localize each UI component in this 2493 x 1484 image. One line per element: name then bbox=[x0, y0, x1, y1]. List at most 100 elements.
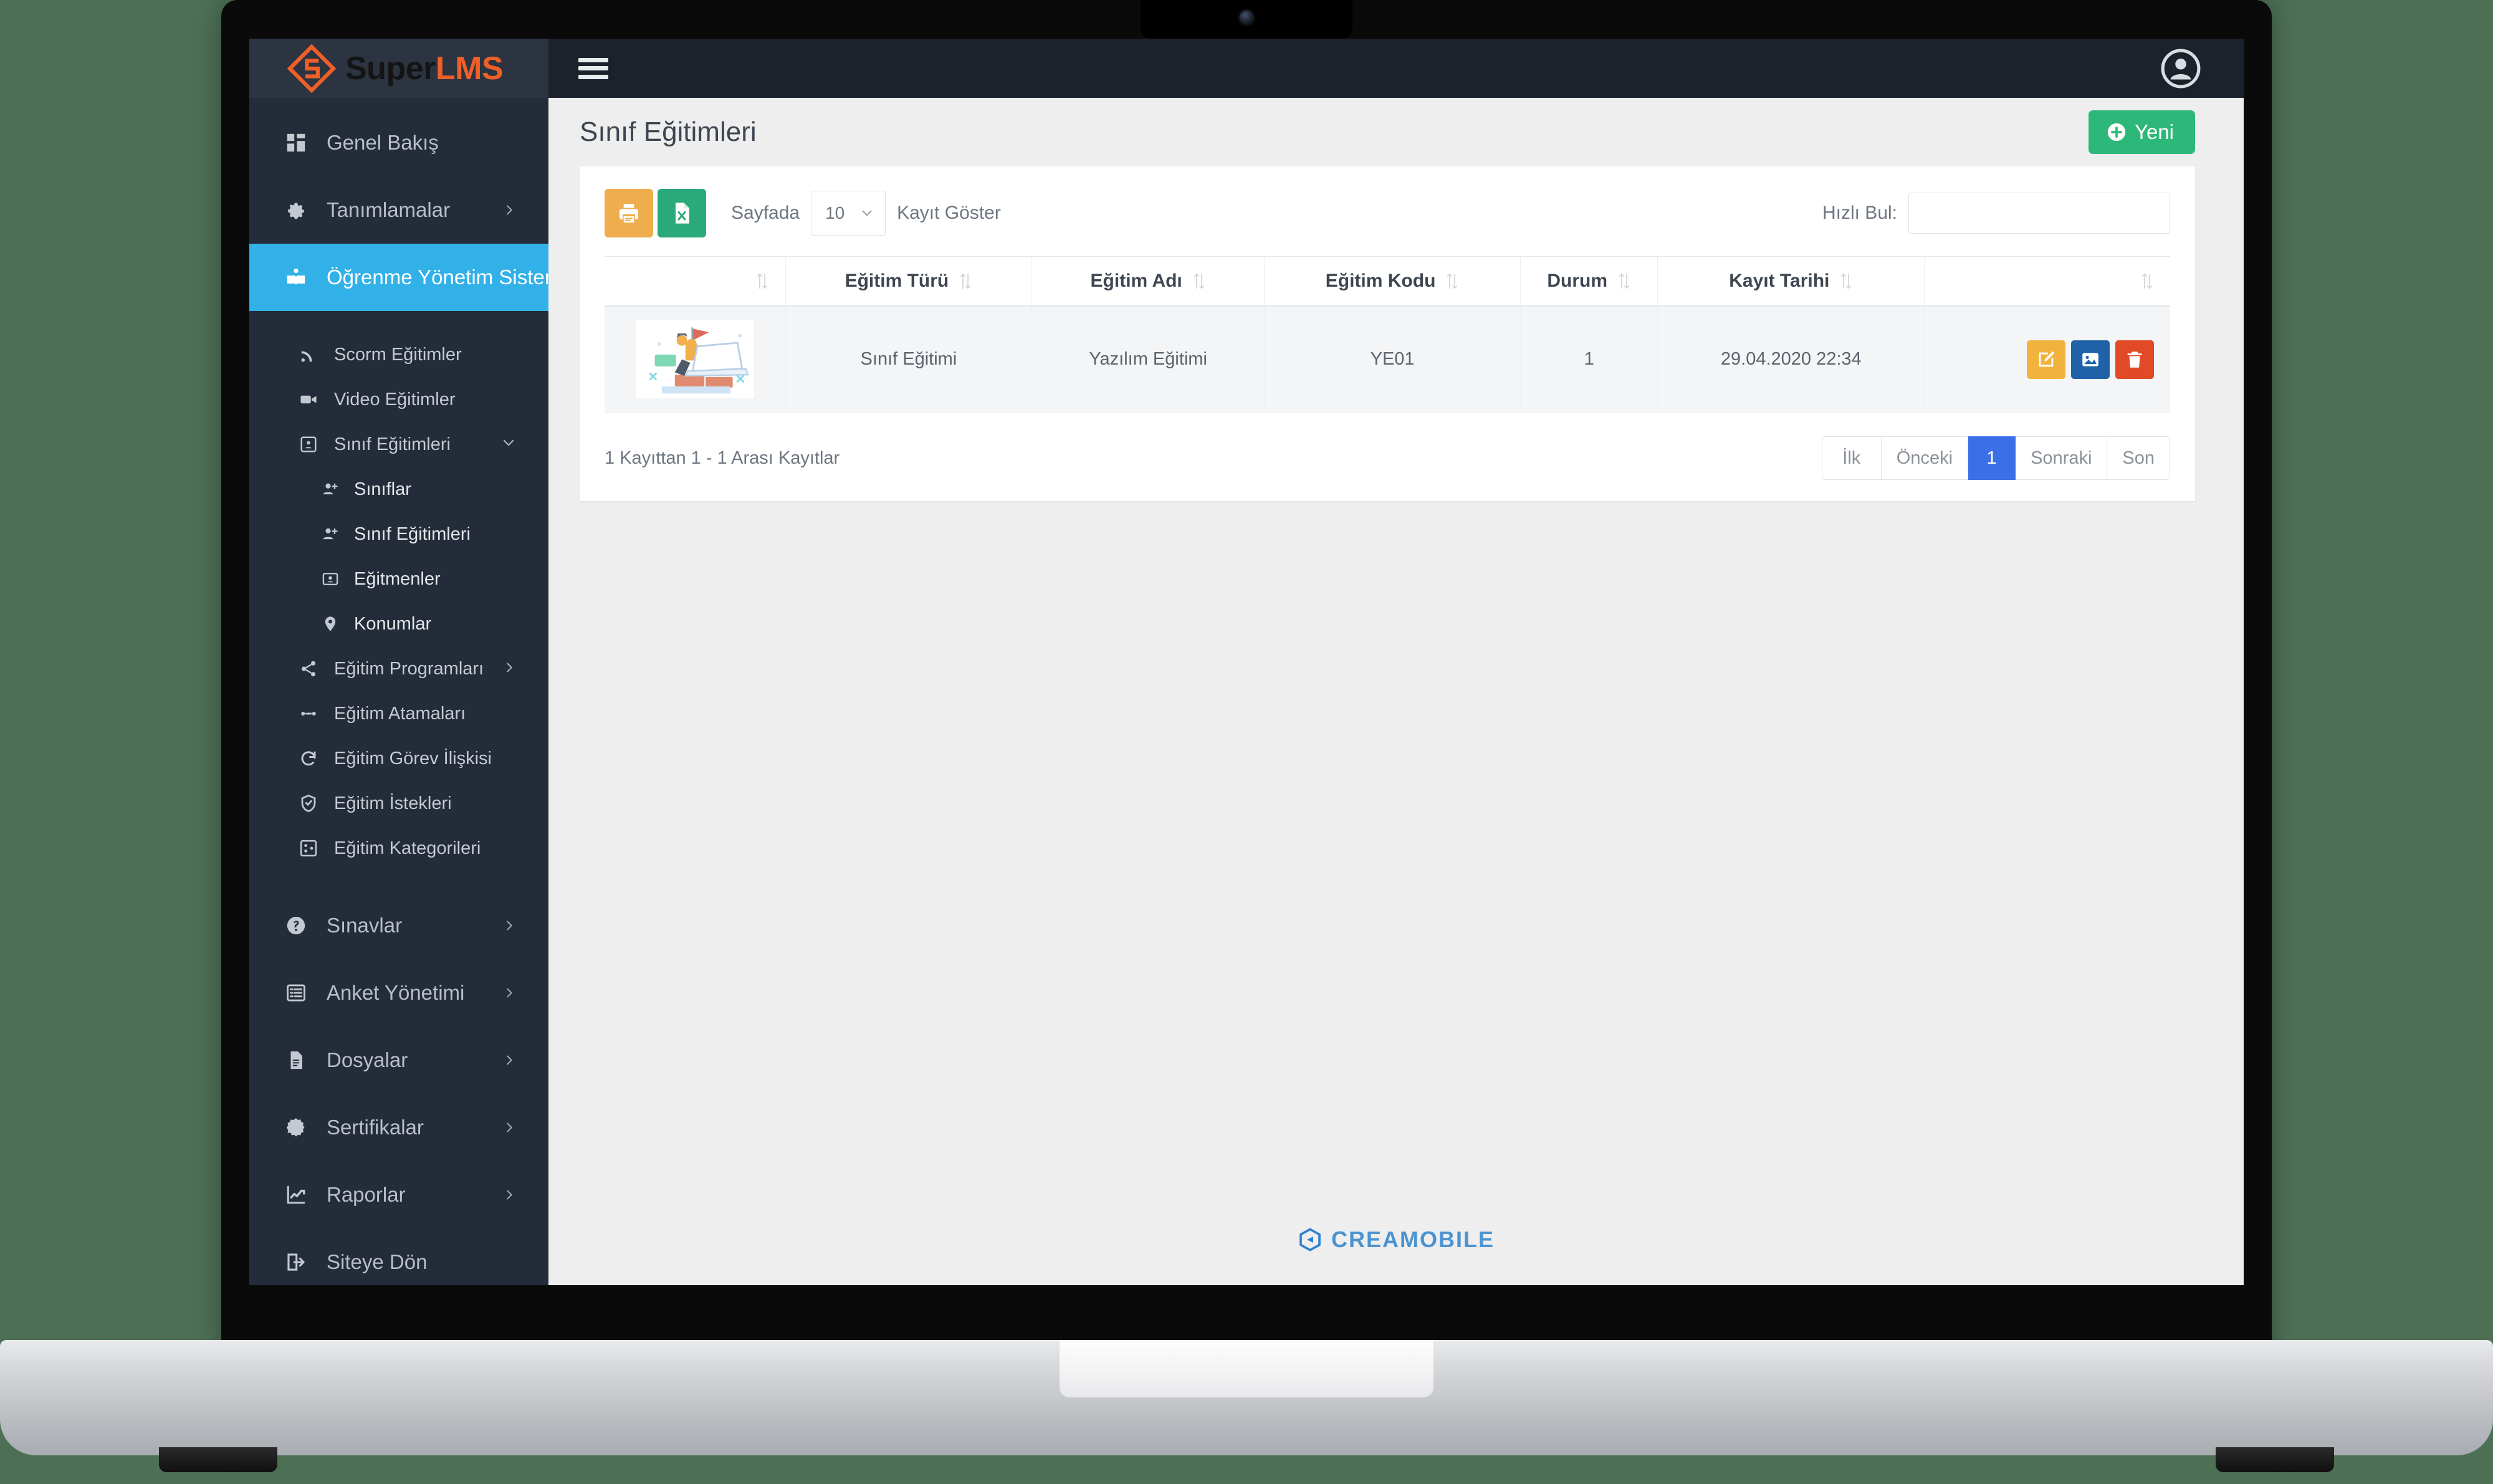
excel-file-icon bbox=[676, 203, 689, 224]
page-length-select[interactable]: 10 bbox=[811, 191, 886, 236]
sidebar-item-genel-bak[interactable]: Genel Bakış bbox=[249, 109, 548, 176]
sidebar-item-video-e-itimler[interactable]: Video Eğitimler bbox=[249, 377, 548, 422]
sidebar: SuperLMS Genel Bakış Tanımlamalar Öğrenme … bbox=[249, 39, 548, 1285]
sidebar-item-label: Eğitim Programları bbox=[334, 658, 484, 679]
sidebar-item-e-itim-programlar[interactable]: Eğitim Programları bbox=[249, 646, 548, 691]
webcam-icon bbox=[1240, 11, 1253, 24]
sidebar-item-label: Konumlar bbox=[354, 613, 432, 634]
chart-icon bbox=[282, 1184, 310, 1205]
user-add-icon bbox=[319, 525, 342, 543]
new-record-button[interactable]: Yeni bbox=[2088, 110, 2195, 154]
sidebar-item-label: Anket Yönetimi bbox=[327, 981, 465, 1004]
sidebar-item-s-n-f-e-itimleri[interactable]: Sınıf Eğitimleri bbox=[249, 422, 548, 467]
sidebar-item-konumlar[interactable]: Konumlar bbox=[249, 601, 548, 646]
sidebar-item-caret[interactable] bbox=[502, 1116, 516, 1139]
page-length-value: 10 bbox=[825, 203, 845, 223]
sidebar-item-e-itmenler[interactable]: Eğitmenler bbox=[249, 557, 548, 601]
sidebar-item-scorm-e-itimler[interactable]: Scorm Eğitimler bbox=[249, 332, 548, 377]
sidebar-item-caret[interactable] bbox=[501, 434, 516, 455]
sidebar-item-tan-mlamalar[interactable]: Tanımlamalar bbox=[249, 176, 548, 244]
print-export-button[interactable] bbox=[605, 189, 653, 237]
trainings-table: Eğitim Türü Eğitim Adı Eğitim Kodu Durum Kay… bbox=[605, 256, 2170, 413]
sidebar-item-s-n-f-e-itimleri[interactable]: Sınıf Eğitimleri bbox=[249, 512, 548, 557]
pagination-first[interactable]: İlk bbox=[1821, 436, 1882, 480]
file-icon bbox=[282, 1050, 310, 1071]
sidebar-item-label: Eğitmenler bbox=[354, 568, 441, 589]
creamobile-label: CREAMOBILE bbox=[1331, 1227, 1495, 1252]
brand-logo[interactable]: SuperLMS bbox=[249, 39, 548, 98]
user-add-icon bbox=[319, 481, 342, 498]
image-icon bbox=[2082, 352, 2098, 366]
laptop-base-notch bbox=[1060, 1340, 1433, 1397]
sidebar-item-siteye-d-n[interactable]: Siteye Dön bbox=[249, 1228, 548, 1285]
sidebar-item-caret[interactable] bbox=[502, 1183, 516, 1207]
sidebar-item-sertifikalar[interactable]: Sertifikalar bbox=[249, 1094, 548, 1161]
pagination-last[interactable]: Son bbox=[2107, 436, 2170, 480]
sidebar-item-label: Öğrenme Yönetim Sistemi bbox=[327, 266, 548, 289]
column-header-label: Eğitim Türü bbox=[845, 270, 949, 291]
sidebar-item-s-n-flar[interactable]: Sınıflar bbox=[249, 467, 548, 512]
hamburger-menu-icon[interactable] bbox=[578, 57, 608, 79]
pagination: İlk Önceki 1 Sonraki Son bbox=[1821, 436, 2170, 480]
sidebar-item-caret[interactable] bbox=[502, 981, 516, 1005]
map-pin-icon bbox=[319, 615, 342, 633]
gear-icon bbox=[282, 199, 310, 221]
sort-icon bbox=[2142, 273, 2152, 289]
share-icon bbox=[297, 659, 320, 678]
sidebar-item-label: Sınıflar bbox=[354, 479, 411, 499]
quick-find-input[interactable] bbox=[1908, 193, 2170, 234]
sidebar-item-label: Genel Bakış bbox=[327, 131, 439, 154]
column-header-5[interactable]: Kayıt Tarihi bbox=[1657, 256, 1925, 307]
assign-icon bbox=[297, 704, 320, 723]
sidebar-item-e-itim-atamalar[interactable]: Eğitim Atamaları bbox=[249, 691, 548, 736]
id-card-icon bbox=[319, 570, 342, 588]
sidebar-item-dosyalar[interactable]: Dosyalar bbox=[249, 1027, 548, 1094]
table-head: Eğitim Türü Eğitim Adı Eğitim Kodu Durum Kay… bbox=[605, 256, 2170, 307]
sidebar-item-e-itim-i-stekleri[interactable]: Eğitim İstekleri bbox=[249, 781, 548, 826]
column-header-0[interactable] bbox=[605, 256, 786, 307]
column-header-3[interactable]: Eğitim Kodu bbox=[1264, 256, 1521, 307]
rss-icon bbox=[297, 345, 320, 364]
column-header-2[interactable]: Eğitim Adı bbox=[1031, 256, 1265, 307]
pagination-page-1[interactable]: 1 bbox=[1968, 436, 2016, 480]
row-image-button[interactable] bbox=[2071, 340, 2110, 379]
chevron-down-icon bbox=[503, 439, 514, 446]
chevron-down-icon bbox=[862, 210, 872, 216]
sort-icon bbox=[1841, 273, 1852, 289]
sidebar-item-caret[interactable] bbox=[502, 659, 516, 679]
sidebar-item-e-itim-g-rev-i-li-kisi[interactable]: Eğitim Görev İlişkisi bbox=[249, 736, 548, 781]
export-buttons bbox=[605, 189, 706, 237]
superlms-logo-icon bbox=[287, 44, 337, 93]
pagination-prev[interactable]: Önceki bbox=[1881, 436, 1969, 480]
row-edit-button[interactable] bbox=[2027, 340, 2065, 379]
row-training-code: YE01 bbox=[1264, 306, 1521, 413]
datatable-toolbar: Sayfada 10 Kayıt Göster Hızlı Bul: bbox=[605, 189, 2170, 237]
laptop-foot-left bbox=[159, 1447, 277, 1472]
plus-circle-icon bbox=[2107, 123, 2126, 141]
row-created-date: 29.04.2020 22:34 bbox=[1657, 306, 1925, 413]
row-thumbnail-cell bbox=[605, 306, 786, 413]
table-row[interactable]: Sınıf Eğitimi Yazılım Eğitimi YE01 1 29.04.2… bbox=[605, 306, 2170, 413]
printer-icon bbox=[620, 204, 638, 223]
edit-icon bbox=[2039, 351, 2055, 366]
user-account-icon[interactable] bbox=[2160, 48, 2201, 89]
sidebar-item-label: Eğitim İstekleri bbox=[334, 793, 452, 813]
sidebar-item-label: Video Eğitimler bbox=[334, 389, 456, 409]
pagination-next[interactable]: Sonraki bbox=[2016, 436, 2108, 480]
sidebar-item-e-itim-kategorileri[interactable]: Eğitim Kategorileri bbox=[249, 826, 548, 871]
sidebar-item-anket-y-netimi[interactable]: Anket Yönetimi bbox=[249, 959, 548, 1027]
sidebar-item-caret[interactable] bbox=[502, 198, 516, 222]
sidebar-item-caret[interactable] bbox=[502, 914, 516, 937]
row-delete-button[interactable] bbox=[2115, 340, 2154, 379]
sidebar-item-caret[interactable] bbox=[502, 1048, 516, 1072]
logout-icon bbox=[282, 1252, 310, 1273]
column-header-1[interactable]: Eğitim Türü bbox=[785, 256, 1033, 307]
sidebar-item-s-navlar[interactable]: Sınavlar bbox=[249, 892, 548, 959]
trash-icon bbox=[2127, 351, 2142, 368]
column-header-6[interactable] bbox=[1924, 256, 2170, 307]
sidebar-item-raporlar[interactable]: Raporlar bbox=[249, 1161, 548, 1228]
sidebar-item-label: Sınıf Eğitimleri bbox=[334, 434, 451, 454]
excel-export-button[interactable] bbox=[658, 189, 706, 237]
column-header-4[interactable]: Durum bbox=[1520, 256, 1658, 307]
sidebar-item-renme-y-netim-sistemi[interactable]: Öğrenme Yönetim Sistemi bbox=[249, 244, 548, 311]
